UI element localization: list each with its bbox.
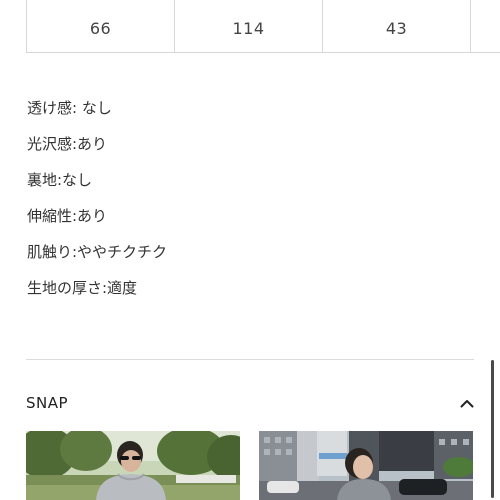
attribute-lining: 裏地:なし: [27, 171, 93, 189]
attribute-stretch: 伸縮性:あり: [27, 207, 108, 225]
snap-photo-park[interactable]: [26, 431, 240, 500]
section-divider: [26, 359, 474, 360]
attribute-thickness: 生地の厚さ:適度: [27, 279, 138, 297]
snap-photo-city[interactable]: [259, 431, 473, 500]
size-table-cell: 43: [322, 0, 470, 53]
snap-photo-grid: [26, 431, 500, 500]
attribute-texture: 肌触り:ややチクチク: [27, 243, 168, 261]
size-table: 66 114 43: [26, 0, 500, 55]
scrollbar[interactable]: [491, 360, 494, 498]
attribute-gloss: 光沢感:あり: [27, 135, 108, 153]
size-table-cell: 114: [174, 0, 322, 53]
attribute-transparency: 透け感: なし: [27, 99, 112, 117]
material-attribute-list: 透け感: なし 光沢感:あり 裏地:なし 伸縮性:あり 肌触り:ややチクチク 生…: [27, 96, 167, 312]
size-table-cell: [470, 0, 500, 53]
product-detail-page: 66 114 43 透け感: なし 光沢感:あり 裏地:なし 伸縮性:あり 肌触…: [0, 0, 500, 500]
size-table-cell: 66: [26, 0, 174, 53]
snap-title: SNAP: [26, 394, 69, 412]
snap-section-header[interactable]: SNAP: [26, 388, 476, 418]
chevron-up-icon[interactable]: [458, 394, 476, 412]
